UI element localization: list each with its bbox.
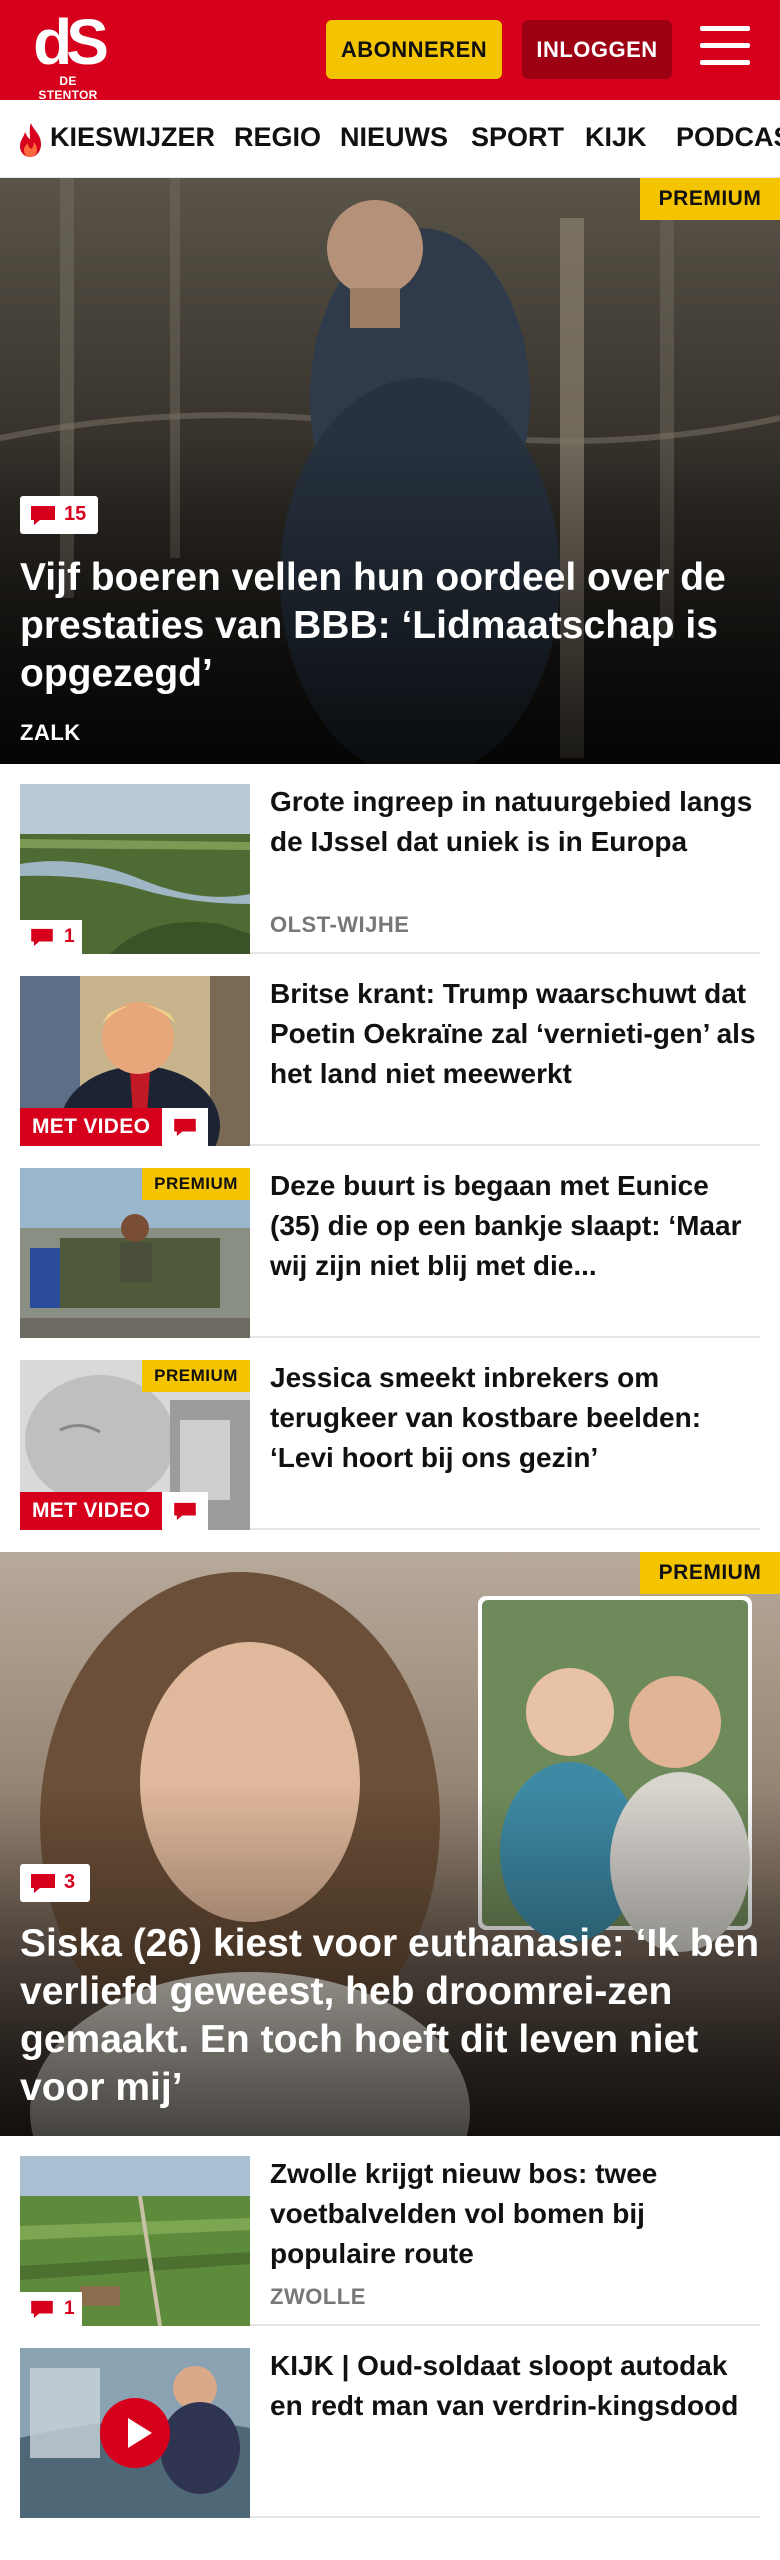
article-thumbnail: 1 bbox=[20, 2156, 250, 2326]
comment-count-badge[interactable]: 3 bbox=[20, 1864, 90, 1902]
list-item[interactable]: MET VIDEO Britse krant: Trump waarschuwt… bbox=[0, 956, 780, 1146]
video-label: MET VIDEO bbox=[20, 1492, 163, 1530]
site-header: dS DE STENTOR ABONNEREN INLOGGEN bbox=[0, 0, 780, 102]
hero-headline[interactable]: Siska (26) kiest voor euthanasie: ‘Ik be… bbox=[20, 1920, 760, 2112]
article-headline[interactable]: Britse krant: Trump waarschuwt dat Poeti… bbox=[270, 974, 760, 1094]
comment-count: 3 bbox=[64, 1871, 76, 1893]
video-label: MET VIDEO bbox=[20, 1108, 163, 1146]
premium-badge: PREMIUM bbox=[640, 178, 780, 220]
premium-badge: PREMIUM bbox=[142, 1360, 250, 1392]
comment-count-badge[interactable]: 1 bbox=[20, 2292, 82, 2326]
logo-subtitle: DE STENTOR bbox=[38, 74, 98, 102]
hero-article[interactable]: PREMIUM 15 Vijf boeren vellen hun oordee… bbox=[0, 178, 780, 764]
nav-item-regio[interactable]: REGIO bbox=[234, 122, 321, 153]
comment-count: 15 bbox=[64, 503, 87, 525]
comment-count: 1 bbox=[64, 2298, 75, 2319]
comment-count: 1 bbox=[64, 926, 75, 947]
divider bbox=[250, 952, 760, 954]
article-thumbnail: MET VIDEO bbox=[20, 976, 250, 1146]
divider bbox=[250, 1528, 760, 1530]
article-headline[interactable]: Deze buurt is begaan met Eunice (35) die… bbox=[270, 1166, 760, 1286]
comment-icon bbox=[31, 506, 55, 525]
login-button[interactable]: INLOGGEN bbox=[522, 20, 672, 79]
hero-location: ZALK bbox=[20, 720, 81, 745]
logo-mark: dS bbox=[33, 6, 109, 78]
article-thumbnail bbox=[20, 2348, 250, 2518]
article-thumbnail: 1 bbox=[20, 784, 250, 954]
list-item[interactable]: 1 Grote ingreep in natuurgebied langs de… bbox=[0, 764, 780, 954]
comment-icon bbox=[31, 928, 53, 946]
list-item[interactable]: PREMIUM MET VIDEO Jessica smeekt inbreke… bbox=[0, 1340, 780, 1530]
article-thumbnail: PREMIUM MET VIDEO bbox=[20, 1360, 250, 1530]
nav-item-sport[interactable]: SPORT bbox=[471, 122, 564, 153]
video-badge[interactable]: MET VIDEO bbox=[20, 1108, 209, 1146]
hero-article[interactable]: PREMIUM 3 Siska (26) kiest voor euthanas… bbox=[0, 1552, 780, 2136]
divider bbox=[250, 2324, 760, 2326]
list-item[interactable]: KIJK | Oud-soldaat sloopt autodak en red… bbox=[0, 2328, 780, 2518]
comment-count-badge[interactable]: 1 bbox=[20, 920, 82, 954]
article-thumbnail: PREMIUM bbox=[20, 1168, 250, 1338]
premium-badge: PREMIUM bbox=[142, 1168, 250, 1200]
article-location: OLST-WIJHE bbox=[270, 912, 410, 937]
comment-icon bbox=[31, 2300, 53, 2318]
article-headline[interactable]: Jessica smeekt inbrekers om terugkeer va… bbox=[270, 1358, 760, 1478]
divider bbox=[250, 2516, 760, 2518]
comment-icon bbox=[174, 1118, 197, 1136]
comment-badge[interactable] bbox=[162, 1108, 209, 1146]
comment-badge[interactable] bbox=[162, 1492, 209, 1530]
article-headline[interactable]: Zwolle krijgt nieuw bos: twee voetbalvel… bbox=[270, 2154, 760, 2274]
premium-badge: PREMIUM bbox=[640, 1552, 780, 1594]
list-item[interactable]: 1 Zwolle krijgt nieuw bos: twee voetbalv… bbox=[0, 2136, 780, 2326]
nav-item-kijk[interactable]: KIJK bbox=[585, 122, 647, 153]
list-item[interactable]: PREMIUM Deze buurt is begaan met Eunice … bbox=[0, 1148, 780, 1338]
hero-headline[interactable]: Vijf boeren vellen hun oordeel over de p… bbox=[20, 554, 760, 698]
play-icon[interactable] bbox=[100, 2398, 170, 2468]
article-headline[interactable]: Grote ingreep in natuurgebied langs de I… bbox=[270, 782, 760, 862]
article-headline[interactable]: KIJK | Oud-soldaat sloopt autodak en red… bbox=[270, 2346, 760, 2426]
flame-icon bbox=[20, 123, 41, 157]
comment-icon bbox=[174, 1502, 197, 1520]
nav-item-nieuws[interactable]: NIEUWS bbox=[340, 122, 448, 153]
comment-icon bbox=[31, 1874, 55, 1893]
site-logo[interactable]: dS DE STENTOR bbox=[30, 6, 110, 102]
video-badge[interactable]: MET VIDEO bbox=[20, 1492, 209, 1530]
nav-item-kieswijzer[interactable]: KIESWIJZER bbox=[50, 122, 215, 153]
comment-count-badge[interactable]: 15 bbox=[20, 496, 98, 534]
article-location: ZWOLLE bbox=[270, 2284, 366, 2309]
nav-item-podcasts[interactable]: PODCAS bbox=[676, 122, 780, 153]
divider bbox=[250, 1144, 760, 1146]
section-nav: KIESWIJZER REGIO NIEUWS SPORT KIJK PODCA… bbox=[0, 100, 780, 178]
subscribe-button[interactable]: ABONNEREN bbox=[326, 20, 502, 79]
divider bbox=[250, 1336, 760, 1338]
hamburger-icon[interactable] bbox=[700, 26, 752, 72]
